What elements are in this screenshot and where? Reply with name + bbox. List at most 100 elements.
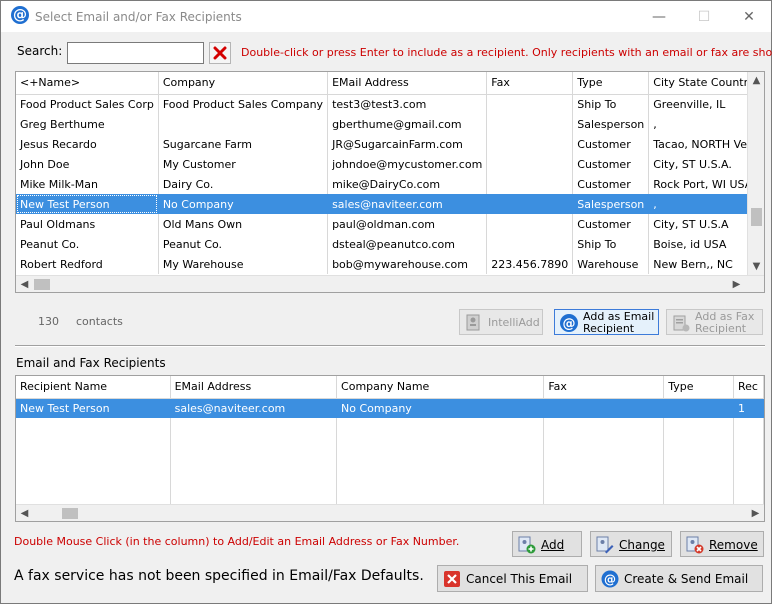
col-header-email[interactable]: EMail Address <box>170 376 338 399</box>
recipient-cell-name[interactable]: New Test Person <box>16 398 171 418</box>
contact-cell-company[interactable]: Old Mans Own <box>158 214 329 234</box>
contact-cell-name[interactable]: Food Product Sales Corp <box>16 94 159 114</box>
recipient-row[interactable]: New Test Person sales@naviteer.com No Comp… <box>16 398 764 418</box>
contact-cell-fax[interactable] <box>486 154 574 174</box>
contact-cell-fax[interactable]: 223.456.7890 <box>486 254 574 274</box>
contact-cell-email[interactable]: test3@test3.com <box>327 94 488 114</box>
create-send-email-button[interactable]: @ Create & Send Email <box>595 565 763 592</box>
col-header-fax[interactable]: Fax <box>543 376 665 399</box>
contact-row[interactable]: John Doe My Customer johndoe@mycustomer.co… <box>16 154 764 174</box>
close-button[interactable]: ✕ <box>734 7 764 27</box>
contact-cell-email[interactable]: JR@SugarcainFarm.com <box>327 134 488 154</box>
contact-cell-fax[interactable] <box>486 194 574 214</box>
scrollbar-thumb[interactable] <box>751 208 762 226</box>
col-header-rec[interactable]: Rec <box>733 376 764 399</box>
empty-cell[interactable] <box>733 418 764 504</box>
contact-cell-type[interactable]: Customer <box>572 174 650 194</box>
contact-row[interactable]: Paul Oldmans Old Mans Own paul@oldman.com C… <box>16 214 764 234</box>
scrollbar-thumb[interactable] <box>62 508 78 519</box>
contact-cell-email[interactable]: paul@oldman.com <box>327 214 488 234</box>
contact-cell-email[interactable]: gberthume@gmail.com <box>327 114 488 134</box>
contact-cell-company[interactable]: Dairy Co. <box>158 174 329 194</box>
minimize-button[interactable]: — <box>644 7 674 27</box>
contact-cell-company[interactable]: Peanut Co. <box>158 234 329 254</box>
scroll-up-arrow-icon[interactable]: ▲ <box>748 72 764 89</box>
empty-cell[interactable] <box>663 418 734 504</box>
empty-cell[interactable] <box>336 418 545 504</box>
contact-cell-name[interactable]: Jesus Recardo <box>16 134 159 154</box>
contact-cell-company[interactable]: Sugarcane Farm <box>158 134 329 154</box>
contact-cell-name[interactable]: Paul Oldmans <box>16 214 159 234</box>
scroll-down-arrow-icon[interactable]: ▼ <box>748 258 764 275</box>
contact-cell-type[interactable]: Warehouse <box>572 254 650 274</box>
contact-cell-fax[interactable] <box>486 134 574 154</box>
recipient-cell-email[interactable]: sales@naviteer.com <box>170 398 338 418</box>
intelliadd-button[interactable]: IntelliAdd <box>459 309 543 335</box>
cancel-email-button[interactable]: Cancel This Email <box>437 565 588 592</box>
add-as-fax-recipient-button[interactable]: Add as Fax Recipient <box>666 309 763 335</box>
contact-cell-company[interactable]: My Warehouse <box>158 254 329 274</box>
recipient-cell-fax[interactable] <box>543 398 665 418</box>
contact-cell-fax[interactable] <box>486 94 574 114</box>
contact-cell-email[interactable]: mike@DairyCo.com <box>327 174 488 194</box>
contact-cell-company[interactable]: No Company <box>158 194 329 214</box>
contact-cell-fax[interactable] <box>486 214 574 234</box>
recipient-cell-rec[interactable]: 1 <box>733 398 764 418</box>
contact-cell-company[interactable] <box>158 114 329 134</box>
contact-cell-fax[interactable] <box>486 234 574 254</box>
scroll-right-arrow-icon[interactable]: ▶ <box>747 505 764 521</box>
col-header-company[interactable]: Company <box>158 72 329 95</box>
contact-cell-fax[interactable] <box>486 114 574 134</box>
col-header-email[interactable]: EMail Address <box>327 72 488 95</box>
contact-cell-type[interactable]: Ship To <box>572 94 650 114</box>
contact-cell-type[interactable]: Ship To <box>572 234 650 254</box>
contacts-horizontal-scrollbar[interactable]: ◀ ▶ <box>16 275 764 292</box>
maximize-button[interactable]: ☐ <box>689 7 719 27</box>
contacts-grid[interactable]: <+Name> Company EMail Address Fax Type C… <box>15 71 765 293</box>
empty-cell[interactable] <box>16 418 171 504</box>
add-button[interactable]: Add <box>512 531 582 557</box>
contact-cell-name[interactable]: Robert Redford <box>16 254 159 274</box>
contacts-vertical-scrollbar[interactable]: ▲ ▼ <box>747 72 764 275</box>
empty-cell[interactable] <box>170 418 338 504</box>
contact-cell-type[interactable]: Customer <box>572 154 650 174</box>
empty-cell[interactable] <box>543 418 665 504</box>
contact-cell-fax[interactable] <box>486 174 574 194</box>
contact-cell-name[interactable]: New Test Person <box>16 194 159 214</box>
contact-cell-type[interactable]: Salesperson <box>572 194 650 214</box>
recipients-grid[interactable]: Recipient Name EMail Address Company Nam… <box>15 375 765 522</box>
contact-row[interactable]: Food Product Sales Corp Food Product Sale… <box>16 94 764 114</box>
recipients-horizontal-scrollbar[interactable]: ◀ ▶ <box>16 504 764 521</box>
scroll-right-arrow-icon[interactable]: ▶ <box>728 276 745 292</box>
scroll-left-arrow-icon[interactable]: ◀ <box>16 505 33 521</box>
col-header-name[interactable]: <+Name> <box>16 72 159 95</box>
empty-recipient-area[interactable] <box>16 418 764 504</box>
contact-row[interactable]: Mike Milk-Man Dairy Co. mike@DairyCo.com Cu… <box>16 174 764 194</box>
clear-search-button[interactable] <box>209 42 231 64</box>
contact-cell-type[interactable]: Customer <box>572 214 650 234</box>
contact-cell-name[interactable]: Peanut Co. <box>16 234 159 254</box>
contact-cell-name[interactable]: Greg Berthume <box>16 114 159 134</box>
col-header-company-name[interactable]: Company Name <box>336 376 545 399</box>
col-header-type[interactable]: Type <box>663 376 734 399</box>
contact-row[interactable]: Robert Redford My Warehouse bob@mywarehous… <box>16 254 764 274</box>
add-as-email-recipient-button[interactable]: @ Add as Email Recipient <box>554 309 659 335</box>
contact-cell-name[interactable]: Mike Milk-Man <box>16 174 159 194</box>
scroll-left-arrow-icon[interactable]: ◀ <box>16 276 33 292</box>
contact-cell-name[interactable]: John Doe <box>16 154 159 174</box>
search-input[interactable] <box>67 42 204 64</box>
contact-row[interactable]: Greg Berthume gberthume@gmail.com Salesper… <box>16 114 764 134</box>
contact-cell-email[interactable]: bob@mywarehouse.com <box>327 254 488 274</box>
col-header-type[interactable]: Type <box>572 72 650 95</box>
contact-row[interactable]: New Test Person No Company sales@naviteer.… <box>16 194 764 214</box>
change-button[interactable]: Change <box>590 531 672 557</box>
contact-cell-company[interactable]: My Customer <box>158 154 329 174</box>
remove-button[interactable]: Remove <box>680 531 764 557</box>
contact-cell-email[interactable]: johndoe@mycustomer.com <box>327 154 488 174</box>
recipient-cell-type[interactable] <box>663 398 734 418</box>
contact-cell-type[interactable]: Customer <box>572 134 650 154</box>
contact-cell-company[interactable]: Food Product Sales Company <box>158 94 329 114</box>
recipient-cell-company[interactable]: No Company <box>336 398 545 418</box>
scrollbar-thumb[interactable] <box>34 279 50 290</box>
contact-cell-email[interactable]: dsteal@peanutco.com <box>327 234 488 254</box>
